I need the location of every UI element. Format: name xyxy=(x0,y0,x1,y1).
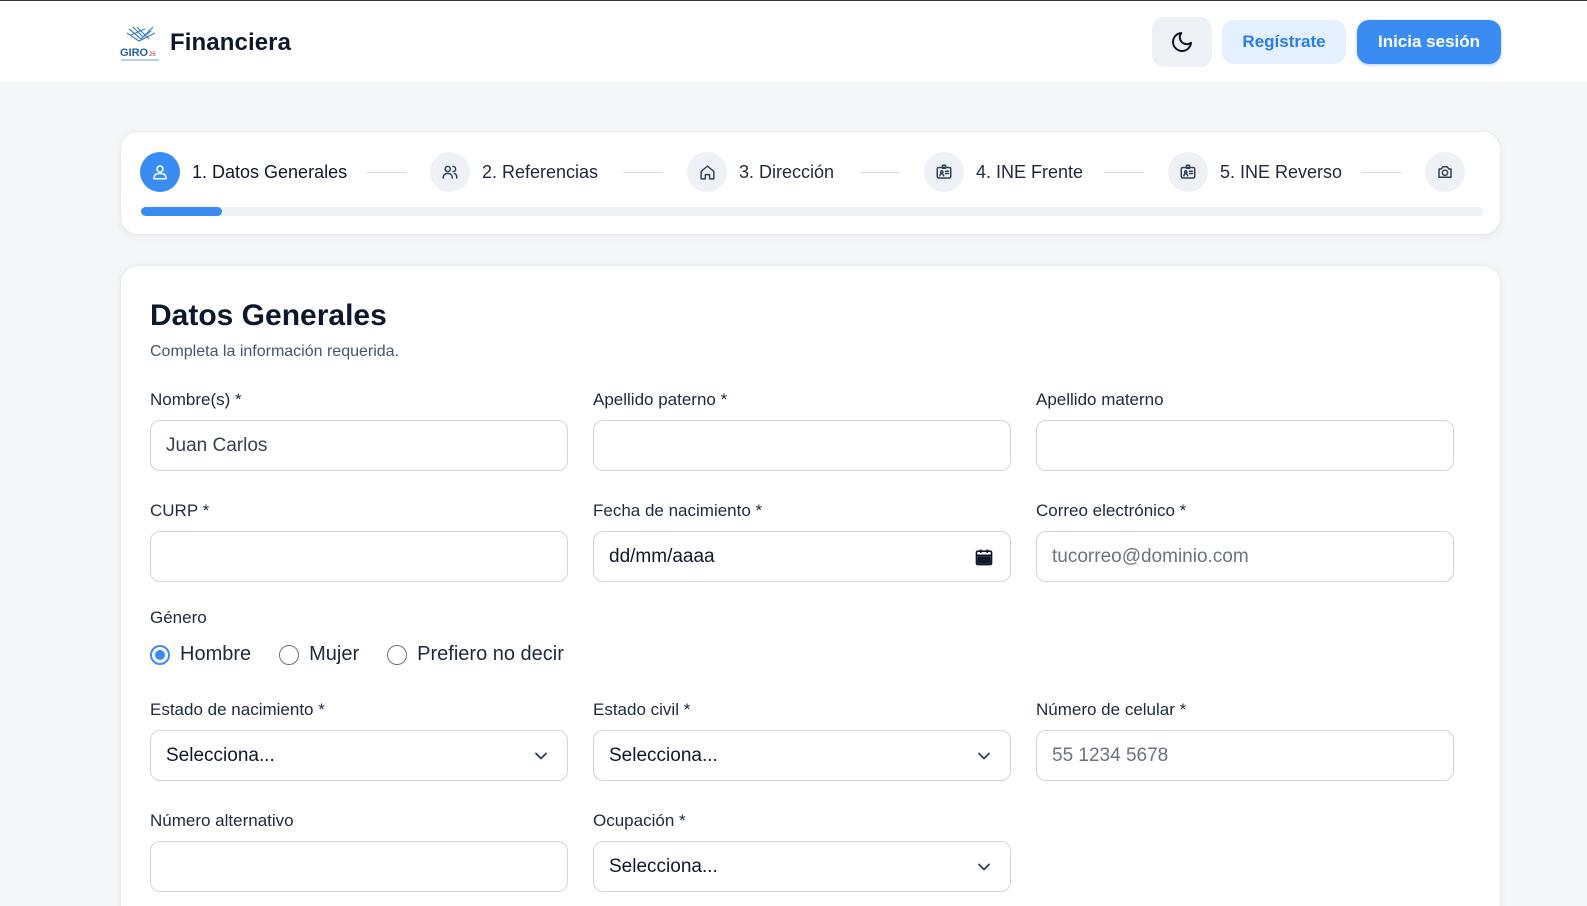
step-connector xyxy=(1362,172,1402,173)
login-button[interactable]: Inicia sesión xyxy=(1357,20,1501,64)
step-ine-reverso[interactable]: 5. INE Reverso xyxy=(1168,152,1342,192)
estado-civil-select[interactable]: Selecciona... xyxy=(593,730,1011,781)
alternativo-label: Número alternativo xyxy=(150,811,294,830)
camera-icon xyxy=(1438,166,1452,178)
svg-text:GIRO: GIRO xyxy=(120,47,149,59)
step-direccion[interactable]: 3. Dirección xyxy=(687,152,834,192)
user-icon xyxy=(153,165,167,180)
step-icon-circle xyxy=(1168,152,1208,192)
ocupacion-label: Ocupación * xyxy=(593,811,686,830)
celular-field-group: Número de celular * 55 1234 5678 xyxy=(1036,699,1454,781)
step-referencias[interactable]: 2. Referencias xyxy=(430,152,598,192)
step-icon-circle xyxy=(140,152,180,192)
form-subtitle: Completa la información requerida. xyxy=(150,343,400,360)
correo-field-group: Correo electrónico * tucorreo@dominio.co… xyxy=(1036,500,1454,582)
radio-hombre[interactable]: Hombre xyxy=(150,643,251,666)
fecha-nacimiento-field-group: Fecha de nacimiento * dd/mm/aaaa xyxy=(593,500,1011,582)
apellido-materno-input[interactable] xyxy=(1036,420,1454,471)
nombre-field-group: Nombre(s) * Juan Carlos xyxy=(150,389,568,471)
svg-text:26: 26 xyxy=(149,52,156,58)
radio-button[interactable] xyxy=(279,644,300,665)
nombre-value: Juan Carlos xyxy=(166,434,268,456)
apellido-paterno-field-group: Apellido paterno * xyxy=(593,389,1011,471)
step-connector xyxy=(1104,172,1144,173)
genero-radio-group: Hombre Mujer Prefiero no decir xyxy=(150,643,592,666)
home-icon xyxy=(699,164,715,180)
ocupacion-select[interactable]: Selecciona... xyxy=(593,841,1011,892)
progress-fill xyxy=(141,207,222,216)
step-connector xyxy=(366,172,406,173)
step-label: 5. INE Reverso xyxy=(1220,161,1343,182)
radio-label: Hombre xyxy=(180,643,252,665)
apellido-paterno-input[interactable] xyxy=(593,420,1011,471)
form-card: Datos Generales Completa la información … xyxy=(120,265,1501,906)
chevron-down-icon xyxy=(978,863,990,871)
id-card-icon xyxy=(936,164,952,179)
giro-logo: GIRO 26 xyxy=(120,26,159,61)
nombre-label: Nombre(s) * xyxy=(150,390,242,409)
radio-mujer[interactable]: Mujer xyxy=(279,643,359,666)
users-icon xyxy=(442,165,458,179)
select-value: Selecciona... xyxy=(609,855,718,877)
radio-label: Mujer xyxy=(309,643,360,665)
step-connector xyxy=(623,172,663,173)
radio-button[interactable] xyxy=(387,644,408,665)
ocupacion-field-group: Ocupación * Selecciona... xyxy=(593,810,1011,892)
form-title: Datos Generales xyxy=(150,299,387,332)
celular-input[interactable]: 55 1234 5678 xyxy=(1036,730,1454,781)
curp-label: CURP * xyxy=(150,501,210,520)
radio-label: Prefiero no decir xyxy=(417,643,564,665)
step-icon-circle xyxy=(430,152,470,192)
step-label: 2. Referencias xyxy=(482,161,599,182)
estado-civil-label: Estado civil * xyxy=(593,700,691,719)
register-button[interactable]: Regístrate xyxy=(1222,20,1346,64)
moon-icon xyxy=(1172,32,1192,52)
step-icon-circle xyxy=(1425,152,1465,192)
curp-field-group: CURP * xyxy=(150,500,568,582)
estado-nacimiento-field-group: Estado de nacimiento * Selecciona... xyxy=(150,699,568,781)
id-card-icon xyxy=(1180,164,1196,179)
alternativo-input[interactable] xyxy=(150,841,568,892)
step-icon-circle xyxy=(924,152,964,192)
estado-nacimiento-label: Estado de nacimiento * xyxy=(150,700,325,719)
fecha-nacimiento-label: Fecha de nacimiento * xyxy=(593,501,763,520)
fecha-nacimiento-input[interactable]: dd/mm/aaaa xyxy=(593,531,1011,582)
select-value: Selecciona... xyxy=(166,744,275,766)
chevron-down-icon xyxy=(978,752,990,760)
alternativo-field-group: Número alternativo xyxy=(150,810,568,892)
apellido-materno-field-group: Apellido materno xyxy=(1036,389,1454,471)
radio-prefiero-no-decir[interactable]: Prefiero no decir xyxy=(387,643,564,666)
nombre-input[interactable]: Juan Carlos xyxy=(150,420,568,471)
chevron-down-icon xyxy=(535,752,547,760)
correo-label: Correo electrónico * xyxy=(1036,501,1187,520)
curp-input[interactable] xyxy=(150,531,568,582)
theme-toggle-button[interactable] xyxy=(1152,17,1212,67)
step-selfie[interactable] xyxy=(1425,152,1465,192)
step-label: 1. Datos Generales xyxy=(192,161,348,182)
brand[interactable]: GIRO 26 Financiera xyxy=(119,23,291,63)
step-ine-frente[interactable]: 4. INE Frente xyxy=(924,152,1083,192)
date-format-text: dd/mm/aaaa xyxy=(609,545,715,567)
calendar-icon[interactable] xyxy=(974,547,994,567)
estado-nacimiento-select[interactable]: Selecciona... xyxy=(150,730,568,781)
apellido-materno-label: Apellido materno xyxy=(1036,390,1164,409)
step-connector xyxy=(860,172,900,173)
stepper-card: 1. Datos Generales 2. Referencias 3. Dir… xyxy=(120,131,1501,235)
step-label: 3. Dirección xyxy=(739,161,835,182)
step-label: 4. INE Frente xyxy=(976,161,1084,182)
brand-name: Financiera xyxy=(170,29,292,56)
genero-label: Género xyxy=(150,608,207,627)
step-datos-generales[interactable]: 1. Datos Generales xyxy=(140,152,347,192)
progress-bar xyxy=(141,207,1483,216)
email-placeholder: tucorreo@dominio.com xyxy=(1052,545,1249,567)
email-field[interactable]: tucorreo@dominio.com xyxy=(1036,531,1454,582)
top-navbar: GIRO 26 Financiera Regístrate Inicia ses… xyxy=(0,1,1587,82)
select-value: Selecciona... xyxy=(609,744,718,766)
celular-placeholder: 55 1234 5678 xyxy=(1052,744,1169,766)
radio-button-checked[interactable] xyxy=(150,644,170,665)
estado-civil-field-group: Estado civil * Selecciona... xyxy=(593,699,1011,781)
step-icon-circle xyxy=(687,152,727,192)
celular-label: Número de celular * xyxy=(1036,700,1187,719)
apellido-paterno-label: Apellido paterno * xyxy=(593,390,728,409)
